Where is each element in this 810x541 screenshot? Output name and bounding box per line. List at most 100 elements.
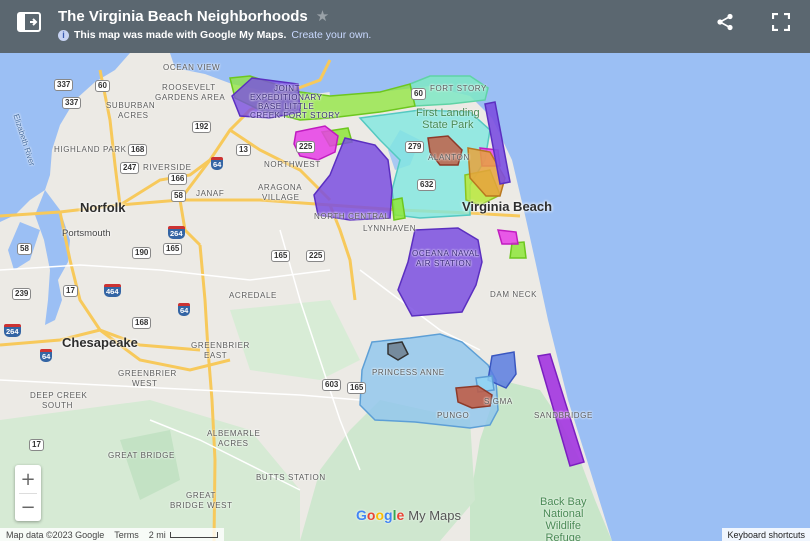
route-165c-shield: 165 [347,382,367,394]
made-with-line: i This map was made with Google My Maps.… [58,29,371,41]
polygon-lime-3 [391,197,406,221]
label-oceana-2: AIR STATION [416,259,472,268]
label-back-bay-4: Refuge [545,532,581,541]
zoom-in-button[interactable]: + [15,465,41,493]
label-roosevelt: ROOSEVELT [162,83,216,92]
route-239-shield: 239 [12,288,32,300]
zoom-controls: + − [15,465,41,521]
label-first-landing-1: First Landing [416,107,480,119]
label-alanton: ALANTON [428,153,470,162]
interstate-64c-shield: 64 [40,349,53,362]
info-icon: i [58,29,69,41]
route-603-shield: 603 [322,379,342,391]
keyboard-shortcuts-link[interactable]: Keyboard shortcuts [722,528,810,541]
label-back-bay: Back Bay National Wildlife Refuge [540,496,586,541]
label-first-landing: First Landing State Park [416,107,480,131]
label-joint-base-4: CREEK FORT STORY [250,111,341,120]
label-back-bay-2: National [543,508,584,520]
label-virginia-beach: Virginia Beach [462,199,553,214]
route-17b-shield: 17 [29,439,44,451]
label-acres: ACRES [118,111,149,120]
map-footer: Map data ©2023 Google Terms 2 mi [0,528,224,541]
label-butts-station: BUTTS STATION [256,473,326,482]
my-maps-wordmark: My Maps [408,508,461,523]
route-165a-shield: 165 [163,243,183,255]
route-13-shield: 13 [236,144,251,156]
label-greenbrier-east-1: GREENBRIER [191,341,250,350]
route-247-shield: 247 [120,162,140,174]
route-192-shield: 192 [192,121,212,133]
label-fort-story: FORT STORY [430,84,487,93]
route-60b-shield: 60 [411,88,426,100]
route-168b-shield: 168 [132,317,152,329]
label-sigma: SIGMA [484,397,513,406]
route-225-shield: 225 [306,250,326,262]
route-168-shield: 168 [128,144,148,156]
google-my-maps-logo: Google My Maps [356,507,461,523]
label-joint-base-2: EXPEDITIONARY [250,93,323,102]
label-north-central: NORTH CENTRAL [314,212,390,221]
route-165b-shield: 165 [271,250,291,262]
route-632-shield: 632 [417,179,437,191]
label-norfolk: Norfolk [80,200,126,215]
label-dam-neck: DAM NECK [490,290,538,299]
map-header: The Virginia Beach Neighborhoods ★ i Thi… [0,0,810,53]
label-pungo: PUNGO [437,411,470,420]
label-first-landing-2: State Park [422,119,474,131]
create-your-own-link[interactable]: Create your own. [291,29,371,41]
terms-link[interactable]: Terms [114,530,139,540]
label-suburban: SUBURBAN [106,101,156,110]
label-highland-park: HIGHLAND PARK [54,145,127,154]
label-great-bridge-w-2: BRIDGE WEST [170,501,233,510]
route-337b-shield: 337 [62,97,82,109]
label-joint-base-3: BASE LITTLE [258,102,315,111]
label-great-bridge-w-1: GREAT [186,491,216,500]
map-canvas[interactable]: Norfolk Virginia Beach Chesapeake Portsm… [0,53,810,541]
label-back-bay-1: Back Bay [540,496,587,508]
route-279-shield: 279 [405,141,425,153]
route-58b-shield: 58 [17,243,32,255]
interstate-464-shield: 464 [104,284,121,297]
label-gardens-area: GARDENS AREA [155,93,226,102]
label-great-bridge: GREAT BRIDGE [108,451,175,460]
label-deep-creek-2: SOUTH [42,401,73,410]
sidebar-toggle-icon[interactable] [17,12,41,32]
label-aragona: ARAGONA [258,183,303,192]
interstate-264a-shield: 264 [168,226,185,239]
route-60-shield: 60 [95,80,110,92]
label-princess-anne: PRINCESS ANNE [372,368,445,377]
label-greenbrier-west-2: WEST [132,379,158,388]
route-58-shield: 58 [171,190,186,202]
star-icon[interactable]: ★ [316,7,329,25]
label-village: VILLAGE [262,193,300,202]
label-acredale: ACREDALE [229,291,277,300]
label-janaf: JANAF [196,189,225,198]
label-joint-base-1: JOINT [274,84,301,93]
polygon-magenta-2 [496,229,519,245]
label-northwest: NORTHWEST [264,160,321,169]
route-337-shield: 337 [54,79,74,91]
label-portsmouth: Portsmouth [62,228,111,239]
made-with-text: This map was made with Google My Maps. [74,29,287,41]
scale-indicator[interactable]: 2 mi [149,530,218,540]
route-166-shield: 166 [168,173,188,185]
my-maps-viewer: The Virginia Beach Neighborhoods ★ i Thi… [0,0,810,541]
map-graphics [0,53,810,541]
route-225b-shield: 225 [296,141,316,153]
label-oceana-1: OCEANA NAVAL [412,249,480,258]
label-deep-creek-1: DEEP CREEK [30,391,88,400]
zoom-out-button[interactable]: − [15,493,41,521]
label-greenbrier-west-1: GREENBRIER [118,369,177,378]
label-sandbridge: SANDBRIDGE [534,411,593,420]
fullscreen-icon[interactable] [772,13,790,31]
interstate-64a-shield: 64 [211,157,224,170]
label-albemarle-2: ACRES [218,439,249,448]
route-17a-shield: 17 [63,285,78,297]
label-riverside: RIVERSIDE [143,163,192,172]
share-icon[interactable] [716,13,734,31]
label-lynnhaven: LYNNHAVEN [363,224,417,233]
scale-bar [169,531,218,538]
scale-label: 2 mi [148,529,166,540]
zoom-divider [19,493,37,494]
label-chesapeake: Chesapeake [62,335,138,350]
